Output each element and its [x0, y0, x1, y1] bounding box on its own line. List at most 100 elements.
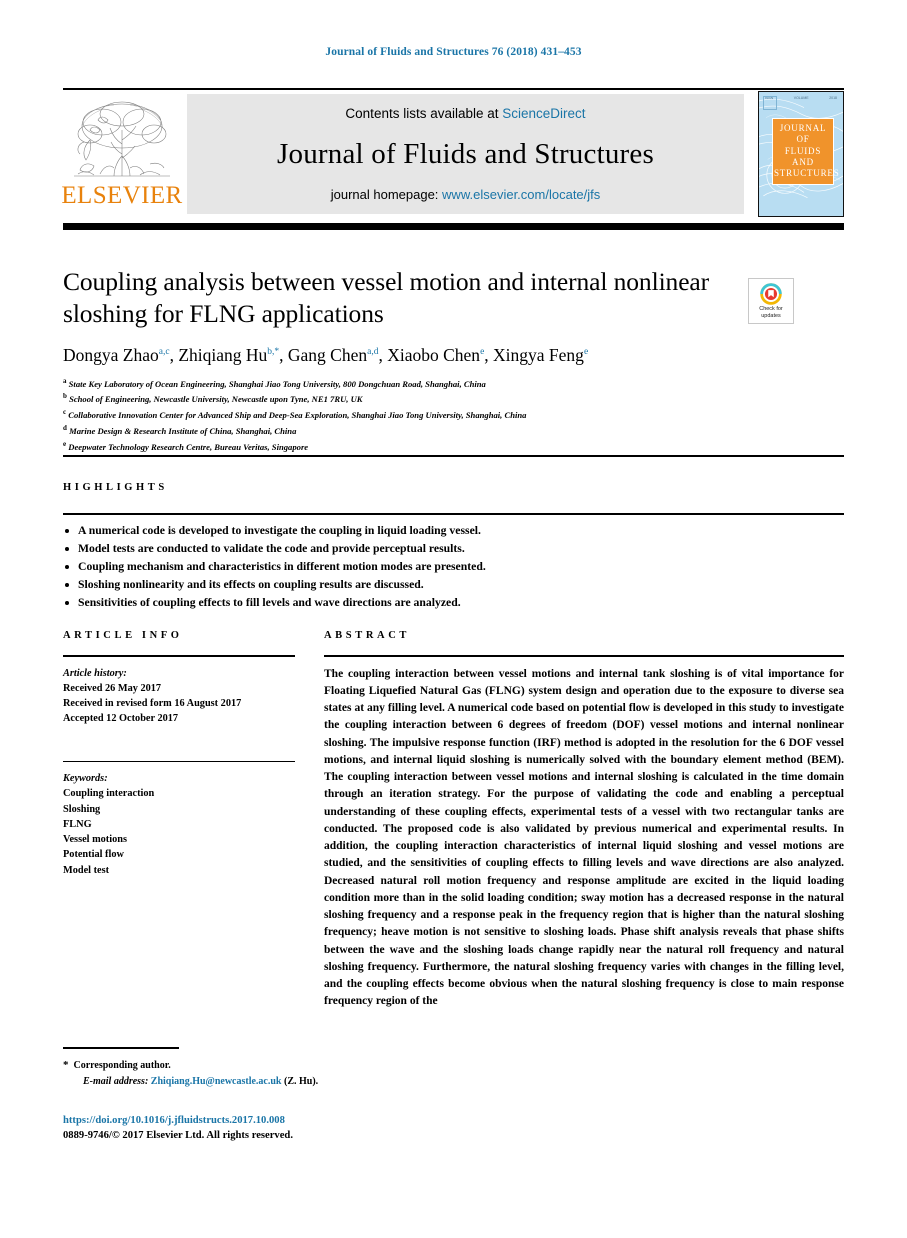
- affiliation-mark: b: [63, 392, 67, 401]
- journal-cover-wrapper: ISSN VOLUME 2018 JOURNAL OF FLUIDS AND STR…: [744, 90, 844, 218]
- email-label: E-mail address:: [83, 1075, 149, 1087]
- journal-homepage-link[interactable]: www.elsevier.com/locate/jfs: [442, 187, 600, 202]
- affiliation-text: Marine Design & Research Institute of Ch…: [69, 425, 297, 436]
- highlights-top-rule: [63, 455, 844, 457]
- cover-title-box: JOURNAL OF FLUIDS AND STRUCTURES: [772, 118, 840, 186]
- keyword-item: FLNG: [63, 818, 92, 830]
- masthead-center-panel: Contents lists available at ScienceDirec…: [187, 94, 744, 214]
- email-suffix: (Z. Hu).: [284, 1075, 319, 1087]
- highlights-list-wrapper: A numerical code is developed to investi…: [63, 522, 844, 612]
- affiliation-e: e Deepwater Technology Research Centre, …: [63, 439, 723, 455]
- author-affil-mark: e: [583, 346, 589, 357]
- abstract-rule: [324, 655, 844, 657]
- copyright-line: 0889-9746/© 2017 Elsevier Ltd. All right…: [63, 1130, 293, 1142]
- author-name: Zhiqiang Hu: [178, 344, 268, 365]
- author-name: Dongya Zhao: [63, 344, 159, 365]
- crossmark-label: Check for updates: [759, 306, 783, 319]
- author-2: Gang Chena,d: [288, 345, 379, 365]
- keyword-item: Sloshing: [63, 803, 101, 815]
- author-affil-mark: e: [480, 346, 485, 357]
- title-block: Coupling analysis between vessel motion …: [63, 266, 723, 454]
- crossmark-line-1: Check for: [759, 306, 783, 313]
- article-info-rule: [63, 655, 295, 657]
- article-info-column: ARTICLE INFO Article history: Received 2…: [63, 630, 295, 878]
- list-item: A numerical code is developed to investi…: [63, 522, 844, 540]
- article-history: Article history: Received 26 May 2017 Re…: [63, 666, 295, 727]
- author-1: Zhiqiang Hub,*: [178, 345, 279, 365]
- affiliation-mark: c: [63, 408, 67, 417]
- article-info-heading: ARTICLE INFO: [63, 630, 183, 641]
- list-item: Sloshing nonlinearity and its effects on…: [63, 576, 844, 594]
- affiliation-list: a State Key Laboratory of Ocean Engineer…: [63, 376, 723, 455]
- cover-title-line-3: STRUCTURES: [774, 168, 840, 178]
- affiliation-text: State Key Laboratory of Ocean Engineerin…: [68, 378, 486, 389]
- page-title: Coupling analysis between vessel motion …: [63, 267, 710, 328]
- history-received: Received 26 May 2017: [63, 682, 162, 694]
- highlights-heading: HIGHLIGHTS: [63, 482, 168, 493]
- keywords-block: Keywords: Coupling interaction Sloshing …: [63, 771, 295, 878]
- affiliation-text: Collaborative Innovation Center for Adva…: [68, 409, 527, 420]
- corresponding-author-footnote: * Corresponding author. E-mail address: …: [63, 1057, 583, 1089]
- journal-masthead: ELSEVIER Contents lists available at Sci…: [61, 88, 844, 218]
- highlights-section: HIGHLIGHTS: [63, 482, 844, 493]
- keyword-item: Model test: [63, 864, 110, 876]
- author-list: Dongya Zhaoa,c, Zhiqiang Hub,*, Gang Che…: [63, 344, 589, 365]
- email-link[interactable]: Zhiqiang.Hu@newcastle.ac.uk: [151, 1076, 282, 1087]
- journal-cover-thumbnail: ISSN VOLUME 2018 JOURNAL OF FLUIDS AND STR…: [758, 91, 844, 217]
- affiliation-text: Deepwater Technology Research Centre, Bu…: [68, 441, 309, 452]
- affiliation-mark: d: [63, 423, 67, 432]
- author-name: Xiaobo Chen: [387, 344, 481, 365]
- affiliation-c: c Collaborative Innovation Center for Ad…: [63, 407, 723, 423]
- keyword-item: Coupling interaction: [63, 788, 155, 800]
- page-footer: https://doi.org/10.1016/j.jfluidstructs.…: [63, 1113, 583, 1144]
- author-3: Xiaobo Chene: [387, 345, 484, 365]
- author-4: Xingya Fenge: [493, 345, 588, 365]
- elsevier-logo: ELSEVIER: [61, 90, 183, 218]
- article-history-label: Article history:: [63, 667, 127, 679]
- abstract-heading: ABSTRACT: [324, 630, 410, 641]
- homepage-prefix: journal homepage:: [330, 187, 439, 202]
- homepage-line: journal homepage: www.elsevier.com/locat…: [331, 187, 601, 202]
- footnote-line-1: * Corresponding author.: [63, 1057, 583, 1074]
- author-0: Dongya Zhaoa,c: [63, 345, 170, 365]
- history-revised: Received in revised form 16 August 2017: [63, 698, 242, 710]
- running-head: Journal of Fluids and Structures 76 (201…: [325, 46, 582, 58]
- author-affil-mark: a,c: [158, 346, 170, 357]
- author-affil-mark: a,d: [367, 346, 379, 357]
- journal-title: Journal of Fluids and Structures: [277, 137, 654, 170]
- list-item: Sensitivities of coupling effects to fil…: [63, 594, 844, 612]
- crossmark-badge[interactable]: Check for updates: [748, 278, 794, 324]
- author-name: Xingya Feng: [493, 344, 584, 365]
- elsevier-wordmark: ELSEVIER: [61, 182, 183, 209]
- footnote-corresponding-text: Corresponding author.: [73, 1060, 171, 1071]
- elsevier-tree-icon: [74, 101, 170, 177]
- affiliation-text: School of Engineering, Newcastle Univers…: [69, 394, 363, 405]
- highlights-bottom-rule: [63, 513, 844, 515]
- cover-publisher-mark: [763, 96, 777, 110]
- author-name: Gang Chen: [287, 344, 368, 365]
- highlights-list: A numerical code is developed to investi…: [63, 522, 844, 612]
- list-item: Model tests are conducted to validate th…: [63, 540, 844, 558]
- keywords-label: Keywords:: [63, 773, 108, 785]
- corresponding-author-marker: *: [274, 346, 280, 357]
- affiliation-a: a State Key Laboratory of Ocean Engineer…: [63, 376, 723, 392]
- affiliation-d: d Marine Design & Research Institute of …: [63, 423, 723, 439]
- crossmark-line-2: updates: [761, 312, 781, 319]
- doi-link[interactable]: https://doi.org/10.1016/j.jfluidstructs.…: [63, 1113, 583, 1128]
- footnote-star: *: [63, 1059, 69, 1071]
- affiliation-b: b School of Engineering, Newcastle Unive…: [63, 391, 723, 407]
- footnote-rule: [63, 1047, 179, 1049]
- affiliation-mark: a: [63, 376, 67, 385]
- abstract-body: The coupling interaction between vessel …: [324, 667, 844, 1008]
- cover-title-line-1: JOURNAL OF: [779, 123, 827, 145]
- contents-prefix: Contents lists available at: [345, 106, 499, 121]
- sciencedirect-link[interactable]: ScienceDirect: [502, 106, 585, 121]
- crossmark-icon: [760, 283, 782, 305]
- author-affil-mark: b,*: [267, 346, 280, 357]
- cover-title-line-2: FLUIDS AND: [784, 145, 822, 167]
- abstract-column: ABSTRACT The coupling interaction betwee…: [324, 630, 844, 1011]
- history-accepted: Accepted 12 October 2017: [63, 713, 179, 725]
- affiliation-mark: e: [63, 439, 67, 448]
- keywords-rule: [63, 760, 295, 763]
